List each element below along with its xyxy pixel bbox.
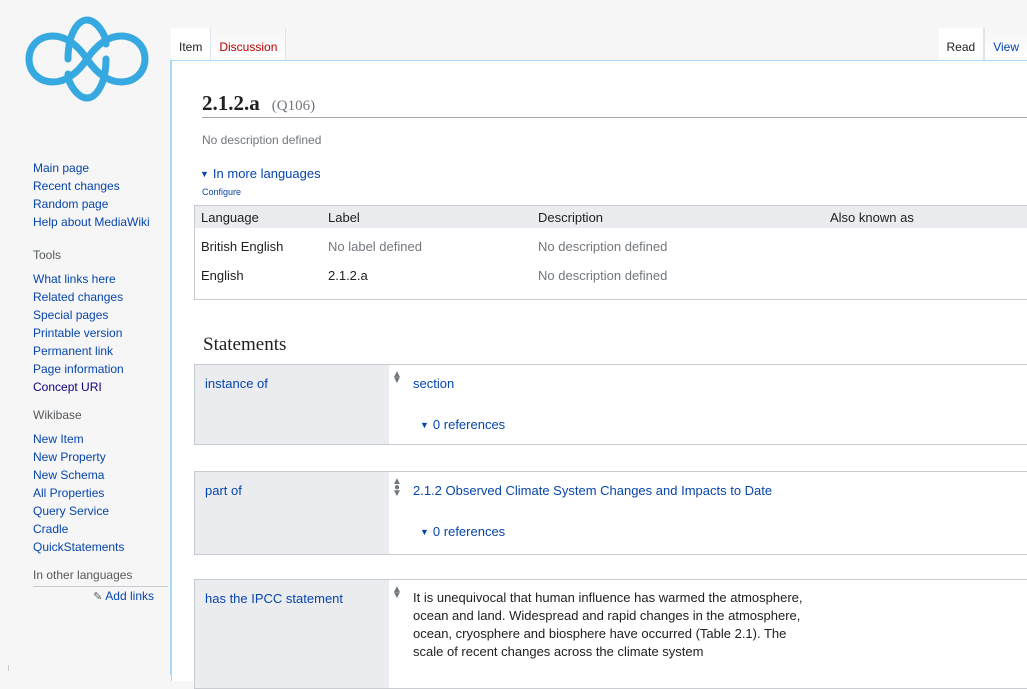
tool-special-pages[interactable]: Special pages <box>33 306 168 324</box>
header-also-known-as: Also known as <box>830 209 914 225</box>
references-toggle[interactable]: ▼ 0 references <box>420 417 505 432</box>
item-id: (Q106) <box>271 98 316 114</box>
header-label: Label <box>328 209 360 225</box>
row-description[interactable]: No description defined <box>538 268 667 283</box>
tool-page-information[interactable]: Page information <box>33 360 168 378</box>
wikibase-cloud-logo-icon[interactable] <box>20 14 154 104</box>
wikibase-heading: Wikibase <box>33 408 82 422</box>
property-link[interactable]: has the IPCC statement <box>205 591 343 606</box>
content-border <box>170 60 171 675</box>
view-tabs: Read View <box>938 28 1027 61</box>
tab-discussion[interactable]: Discussion <box>211 28 287 61</box>
references-toggle[interactable]: ▼ 0 references <box>420 524 505 539</box>
languages-portal: In other languages ✎ Add links <box>33 568 168 603</box>
property-link[interactable]: instance of <box>205 376 268 391</box>
row-label[interactable]: No label defined <box>328 239 422 254</box>
more-languages-label: In more languages <box>212 166 321 181</box>
languages-heading: In other languages <box>33 568 168 587</box>
tool-permanent-link[interactable]: Permanent link <box>33 342 168 360</box>
tools-portal: Tools What links here Related changes Sp… <box>33 248 168 396</box>
statements-heading: Statements <box>203 334 287 355</box>
add-links-label: Add links <box>105 589 154 603</box>
references-label: 0 references <box>432 417 506 432</box>
configure-link[interactable]: Configure <box>202 187 241 197</box>
page-title-block: 2.1.2.a (Q106) <box>202 91 1027 118</box>
triangle-down-icon: ▼ <box>200 169 209 179</box>
sidebar: Main page Recent changes Random page Hel… <box>0 0 170 675</box>
tool-what-links-here[interactable]: What links here <box>33 270 168 288</box>
wikibase-portal: Wikibase New Item New Property New Schem… <box>33 408 168 556</box>
tool-concept-uri[interactable]: Concept URI <box>33 378 168 396</box>
page-title: 2.1.2.a <box>202 91 260 115</box>
item-description: No description defined <box>202 133 322 147</box>
tool-printable-version[interactable]: Printable version <box>33 324 168 342</box>
references-label: 0 references <box>432 524 506 539</box>
navigation-portal: Main page Recent changes Random page Hel… <box>33 159 168 231</box>
wikibase-cradle[interactable]: Cradle <box>33 520 168 538</box>
wikibase-new-property[interactable]: New Property <box>33 448 168 466</box>
tab-read[interactable]: Read <box>938 28 985 61</box>
statement-group: part of ▲ ● ▼ 2.1.2 Observed Climate Syste… <box>194 471 1027 555</box>
statement-group: instance of ▲ ▼ section ▼ 0 references <box>194 364 1027 445</box>
triangle-down-icon: ▼ <box>420 527 429 537</box>
rank-selector-icon[interactable]: ▲ ● ▼ <box>392 477 402 499</box>
statement-property: instance of <box>195 365 389 444</box>
pencil-icon: ✎ <box>93 591 103 603</box>
add-links-link[interactable]: ✎ Add links <box>33 589 168 603</box>
row-label[interactable]: 2.1.2.a <box>328 268 368 283</box>
nav-recent-changes[interactable]: Recent changes <box>33 177 168 195</box>
nav-main-page[interactable]: Main page <box>33 159 168 177</box>
languages-table: Language Label Description Also known as… <box>194 205 1027 300</box>
table-row: British English No label defined No desc… <box>195 236 1027 258</box>
tab-item[interactable]: Item <box>171 28 212 61</box>
namespace-tabs: Item Discussion <box>171 28 287 61</box>
wikibase-new-item[interactable]: New Item <box>33 430 168 448</box>
nav-random-page[interactable]: Random page <box>33 195 168 213</box>
more-languages-toggle[interactable]: ▼ In more languages <box>200 166 321 181</box>
row-language: British English <box>201 239 284 254</box>
tab-view-history[interactable]: View <box>984 28 1027 61</box>
content-area: 2.1.2.a (Q106) No description defined ▼ In… <box>171 60 1027 689</box>
wikibase-query-service[interactable]: Query Service <box>33 502 168 520</box>
statement-group: has the IPCC statement ▲ ▼ It is unequivo… <box>194 579 1027 689</box>
statement-property: part of <box>195 472 389 554</box>
divider <box>8 665 9 671</box>
languages-table-header: Language Label Description Also known as <box>195 206 1027 228</box>
rank-selector-icon[interactable]: ▲ ▼ <box>392 585 402 601</box>
property-link[interactable]: part of <box>205 483 242 498</box>
row-description[interactable]: No description defined <box>538 239 667 254</box>
triangle-down-icon: ▼ <box>420 420 429 430</box>
statement-value-text[interactable]: It is unequivocal that human influence h… <box>413 589 813 661</box>
row-language: English <box>201 268 244 283</box>
wikibase-new-schema[interactable]: New Schema <box>33 466 168 484</box>
wikibase-quickstatements[interactable]: QuickStatements <box>33 538 168 556</box>
statement-property: has the IPCC statement <box>195 580 389 688</box>
nav-help[interactable]: Help about MediaWiki <box>33 213 168 231</box>
statement-value-link[interactable]: 2.1.2 Observed Climate System Changes an… <box>413 483 772 498</box>
header-language: Language <box>201 209 259 225</box>
table-row: English 2.1.2.a No description defined <box>195 265 1027 287</box>
header-description: Description <box>538 209 604 225</box>
wikibase-all-properties[interactable]: All Properties <box>33 484 168 502</box>
rank-selector-icon[interactable]: ▲ ▼ <box>392 370 402 386</box>
statement-value-link[interactable]: section <box>413 376 454 391</box>
tool-related-changes[interactable]: Related changes <box>33 288 168 306</box>
tools-heading: Tools <box>33 248 62 262</box>
